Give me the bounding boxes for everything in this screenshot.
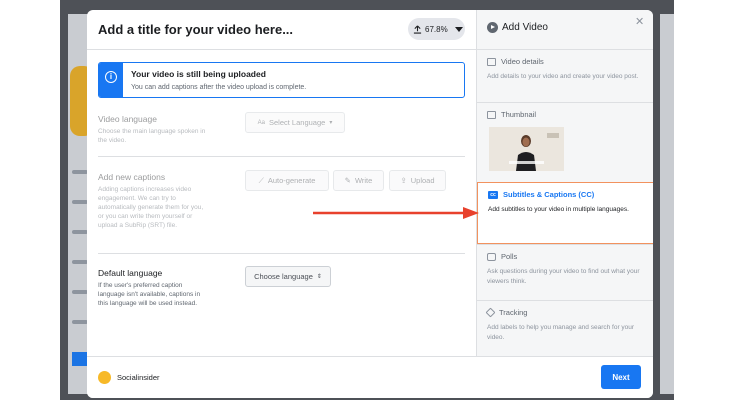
dialog-footer: Socialinsider Next — [87, 356, 653, 398]
video-thumbnail[interactable] — [489, 127, 564, 171]
sidebar-item-label: Subtitles & Captions (CC) — [503, 190, 595, 199]
sidebar-item-header: Tracking — [485, 307, 528, 318]
upload-notice: i Your video is still being uploaded You… — [98, 62, 465, 98]
default-language-select-label: Choose language — [254, 272, 313, 281]
close-icon[interactable]: ✕ — [635, 15, 644, 28]
annotation-arrow-icon — [313, 207, 479, 219]
default-language-select[interactable]: Choose language ⇕ — [245, 266, 331, 287]
sidebar-item-thumbnail[interactable]: Thumbnail — [477, 102, 653, 182]
sidebar-title: Add Video — [502, 22, 548, 33]
notice-message: You can add captions after the video upl… — [131, 84, 307, 91]
magic-wand-icon: ⟋ — [258, 175, 264, 185]
notice-accent: i — [99, 63, 123, 97]
divider — [87, 49, 476, 50]
background-text — [72, 260, 88, 264]
video-title-input[interactable]: Add a title for your video here... — [98, 22, 293, 37]
add-video-sidebar: Add Video ✕ Video details Add details to… — [476, 10, 653, 356]
page-avatar — [98, 371, 111, 384]
sidebar-item-description: Add subtitles to your video in multiple … — [488, 206, 629, 213]
video-language-description: Choose the main language spoken in the v… — [98, 128, 206, 144]
thumbnail-image — [489, 127, 564, 171]
sidebar-item-video-details[interactable]: Video details Add details to your video … — [477, 49, 653, 102]
sort-icon: ⇕ — [316, 274, 322, 280]
captions-panel: Add a title for your video here... 67.8%… — [87, 10, 476, 356]
cc-icon: cc — [488, 190, 498, 199]
background-panel-right — [660, 14, 674, 394]
sidebar-item-polls[interactable]: Polls Ask questions during your video to… — [477, 244, 653, 300]
upload-icon: ⇪ — [400, 176, 407, 185]
sidebar-item-label: Video details — [501, 57, 544, 66]
sidebar-item-header: Polls — [487, 252, 517, 261]
details-icon — [487, 57, 496, 66]
auto-generate-button[interactable]: ⟋ Auto-generate — [245, 170, 329, 191]
sidebar-item-header: Thumbnail — [487, 110, 536, 119]
video-language-select-label: Select Language — [269, 118, 326, 127]
page-name: Socialinsider — [117, 373, 160, 382]
divider — [98, 253, 465, 254]
chevron-down-icon — [454, 26, 463, 32]
write-label: Write — [354, 176, 373, 185]
sidebar-item-header: Video details — [487, 57, 544, 66]
background-text — [72, 170, 88, 174]
upload-progress-dropdown[interactable]: 67.8% — [408, 18, 465, 40]
write-button[interactable]: ✎ Write — [333, 170, 384, 191]
default-language-description: If the user's preferred caption language… — [98, 282, 201, 307]
auto-generate-label: Auto-generate — [267, 176, 316, 185]
sidebar-item-description: Add details to your video and create you… — [487, 73, 639, 80]
upload-button[interactable]: ⇪ Upload — [389, 170, 446, 191]
tag-icon — [485, 307, 496, 318]
poll-icon — [487, 252, 496, 261]
sidebar-item-label: Thumbnail — [501, 110, 537, 119]
notice-title: Your video is still being uploaded — [131, 69, 266, 79]
sidebar-item-label: Tracking — [499, 308, 528, 317]
sidebar-item-description: Add labels to help you manage and search… — [487, 324, 635, 341]
info-icon: i — [105, 71, 117, 83]
sidebar-header: Add Video ✕ — [477, 10, 653, 49]
screenshot-stage: Add a title for your video here... 67.8%… — [0, 0, 730, 400]
sidebar-item-description: Ask questions during your video to find … — [487, 268, 640, 285]
next-button[interactable]: Next — [601, 365, 641, 389]
upload-icon — [413, 25, 422, 34]
background-text — [72, 320, 88, 324]
background-text — [72, 230, 88, 234]
add-captions-description: Adding captions increases video engageme… — [98, 186, 204, 229]
sidebar-item-header: cc Subtitles & Captions (CC) — [488, 190, 594, 199]
sidebar-item-subtitles-captions[interactable]: cc Subtitles & Captions (CC) Add subtitl… — [477, 182, 653, 244]
divider — [98, 156, 465, 157]
sidebar-item-label: Polls — [501, 252, 518, 261]
translate-icon: Aa — [257, 119, 265, 126]
add-video-dialog: Add a title for your video here... 67.8%… — [87, 10, 653, 398]
sidebar-item-tracking[interactable]: Tracking Add labels to help you manage a… — [477, 300, 653, 356]
image-icon — [487, 110, 496, 119]
video-play-icon — [487, 22, 498, 33]
pencil-icon: ✎ — [344, 176, 351, 185]
background-text — [72, 200, 88, 204]
chevron-down-icon: ▾ — [329, 120, 333, 126]
upload-label: Upload — [410, 176, 435, 185]
video-language-select[interactable]: Aa Select Language ▾ — [245, 112, 345, 133]
upload-progress-value: 67.8% — [425, 24, 448, 34]
background-text — [72, 290, 88, 294]
